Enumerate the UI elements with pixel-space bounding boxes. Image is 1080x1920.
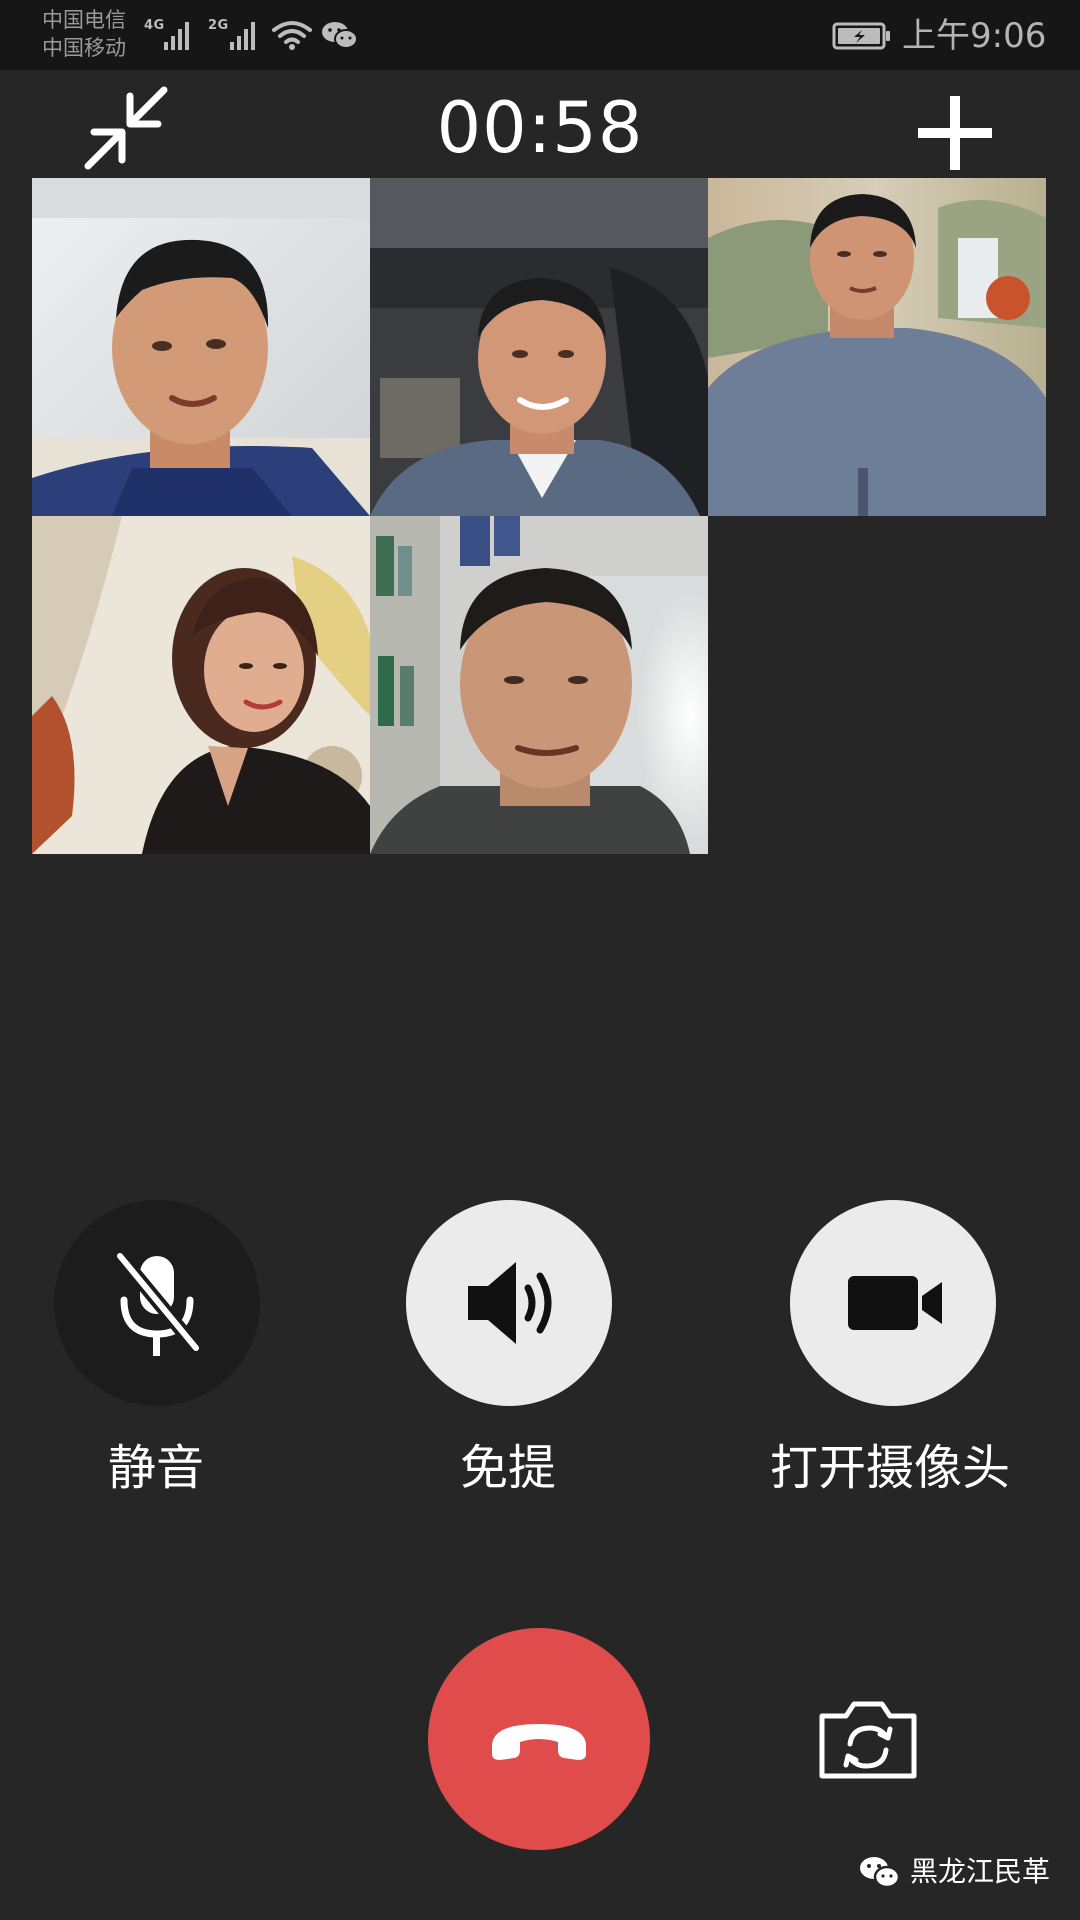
status-bar: 中国电信 中国移动 4G 2G 上午9:06	[0, 0, 1080, 70]
battery-charging-icon	[832, 22, 890, 50]
hang-up-phone-icon	[492, 1724, 586, 1760]
camera-toggle-label: 打开摄像头	[769, 1440, 1010, 1496]
wifi-icon	[272, 21, 312, 50]
participant-video-image	[370, 516, 708, 854]
mute-button[interactable]	[54, 1200, 260, 1406]
add-participant-button[interactable]	[912, 90, 998, 176]
watermark-text: 黑龙江民革	[910, 1855, 1051, 1888]
minimize-arrows-icon	[84, 86, 168, 170]
battery-indicator	[832, 22, 892, 50]
mute-label: 静音	[107, 1440, 204, 1496]
wechat-icon	[860, 1857, 901, 1889]
hang-up-button[interactable]	[428, 1628, 650, 1850]
speaker-button[interactable]	[406, 1200, 612, 1406]
participant-video-image	[32, 516, 370, 854]
status-clock: 上午9:06	[902, 16, 1047, 56]
call-timer: 00:58	[436, 87, 644, 169]
participant-video-3[interactable]	[708, 178, 1046, 516]
participant-video-4[interactable]	[32, 516, 370, 854]
camera-toggle-button[interactable]	[790, 1200, 996, 1406]
signal-strength-icon	[230, 22, 255, 50]
muted-microphone-icon	[113, 1249, 203, 1356]
speaker-label: 免提	[459, 1440, 556, 1496]
switch-camera-icon	[819, 1701, 917, 1779]
signal-group-1: 4G	[144, 18, 196, 52]
signal-strength-icon	[164, 22, 189, 50]
plus-icon	[918, 96, 992, 170]
participant-video-image	[370, 178, 708, 516]
wechat-icon	[322, 22, 358, 49]
carrier-name-secondary: 中国移动	[42, 36, 126, 60]
switch-camera-button[interactable]	[816, 1696, 920, 1782]
wifi-group	[270, 18, 314, 52]
participant-video-image	[32, 178, 370, 516]
speaker-icon	[468, 1262, 552, 1344]
minimize-button[interactable]	[82, 84, 170, 172]
video-camera-icon	[848, 1276, 942, 1330]
wechat-status-group	[320, 18, 360, 52]
carrier-name-primary: 中国电信	[42, 8, 126, 32]
participant-video-1[interactable]	[32, 178, 370, 516]
video-call-screen: 中国电信 中国移动 4G 2G 上午9:06 00:58 静音 免提 打开摄像头…	[0, 0, 1080, 1920]
signal-group-2: 2G	[208, 18, 264, 52]
participant-video-image	[708, 178, 1046, 516]
carrier-info: 中国电信 中国移动	[42, 6, 152, 62]
participant-video-2[interactable]	[370, 178, 708, 516]
participant-video-5[interactable]	[370, 516, 708, 854]
